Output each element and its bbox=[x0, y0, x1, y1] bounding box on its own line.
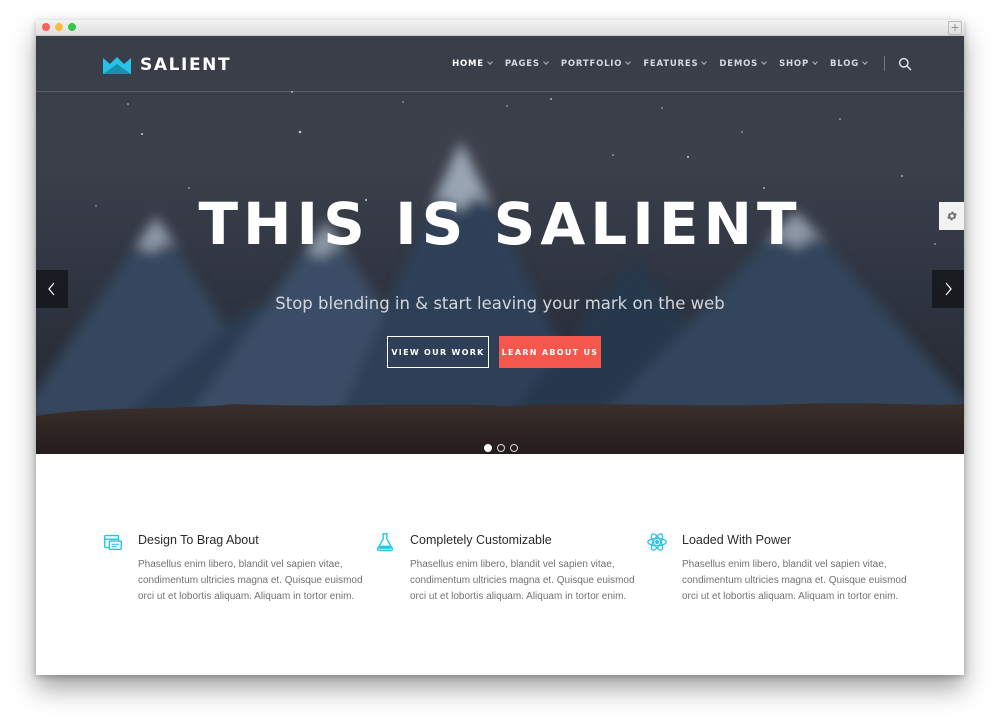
view-our-work-button[interactable]: VIEW OUR WORK bbox=[387, 336, 489, 368]
brand-logo[interactable]: SALIENT bbox=[102, 54, 231, 76]
feature-description: Phasellus enim libero, blandit vel sapie… bbox=[682, 559, 907, 602]
slider-dot-1[interactable] bbox=[484, 444, 492, 452]
site-header: SALIENT HOME PAGES PORTFOLIO FEATURES DE… bbox=[36, 36, 964, 92]
chevron-left-icon bbox=[48, 282, 55, 296]
brand-name: SALIENT bbox=[140, 55, 232, 75]
nav-label: PAGES bbox=[504, 58, 540, 69]
nav-item-portfolio[interactable]: PORTFOLIO bbox=[560, 58, 632, 69]
main-navigation: HOME PAGES PORTFOLIO FEATURES DEMOS SHOP… bbox=[439, 56, 912, 71]
chevron-down-icon bbox=[862, 59, 868, 65]
hero-subheadline: Stop blending in & start leaving your ma… bbox=[275, 294, 725, 313]
nav-label: DEMOS bbox=[719, 58, 759, 69]
crown-icon bbox=[103, 57, 131, 74]
slider-pagination bbox=[484, 444, 523, 452]
nav-item-home[interactable]: HOME bbox=[452, 58, 493, 69]
nav-item-shop[interactable]: SHOP bbox=[779, 58, 818, 69]
close-window-button[interactable] bbox=[42, 23, 50, 31]
slider-dot-2[interactable] bbox=[497, 444, 505, 452]
chevron-down-icon bbox=[761, 59, 767, 65]
flask-icon bbox=[376, 533, 394, 551]
chevron-down-icon bbox=[543, 59, 549, 65]
hero-slider: SALIENT HOME PAGES PORTFOLIO FEATURES DE… bbox=[36, 36, 964, 454]
minimize-window-button[interactable] bbox=[55, 23, 63, 31]
feature-title: Completely Customizable bbox=[410, 533, 552, 547]
feature-description: Phasellus enim libero, blandit vel sapie… bbox=[138, 559, 363, 602]
chevron-down-icon bbox=[625, 59, 632, 65]
nav-item-blog[interactable]: BLOG bbox=[830, 58, 868, 69]
nav-label: SHOP bbox=[779, 58, 809, 69]
nav-divider bbox=[884, 56, 885, 71]
features-section: Design To Brag About Phasellus enim libe… bbox=[36, 454, 964, 675]
browser-window: + SALIENT HOME PAGES PORTFOLIO FEATURES … bbox=[36, 20, 964, 675]
settings-toggle[interactable] bbox=[939, 202, 964, 230]
nav-label: HOME bbox=[452, 58, 484, 69]
browser-titlebar: + bbox=[36, 20, 964, 36]
feature-title: Loaded With Power bbox=[682, 533, 792, 547]
gear-icon bbox=[946, 211, 957, 221]
chevron-down-icon bbox=[812, 59, 818, 65]
nav-item-pages[interactable]: PAGES bbox=[504, 58, 549, 69]
nav-label: FEATURES bbox=[643, 58, 699, 69]
hero-headline: THIS IS SALIENT bbox=[198, 190, 802, 258]
atom-icon bbox=[647, 533, 667, 551]
search-icon[interactable] bbox=[898, 57, 912, 71]
nav-label: PORTFOLIO bbox=[560, 58, 623, 69]
browser-icon bbox=[104, 534, 122, 551]
nav-item-features[interactable]: FEATURES bbox=[643, 58, 708, 69]
nav-item-demos[interactable]: DEMOS bbox=[719, 58, 767, 69]
feature-title: Design To Brag About bbox=[138, 533, 259, 547]
slider-next-button[interactable] bbox=[932, 270, 964, 308]
slider-prev-button[interactable] bbox=[36, 270, 68, 308]
chevron-right-icon bbox=[945, 282, 952, 296]
new-tab-button[interactable]: + bbox=[948, 21, 962, 35]
maximize-window-button[interactable] bbox=[68, 23, 76, 31]
chevron-down-icon bbox=[701, 59, 708, 65]
feature-description: Phasellus enim libero, blandit vel sapie… bbox=[410, 559, 635, 602]
slider-dot-3[interactable] bbox=[510, 444, 518, 452]
chevron-down-icon bbox=[487, 59, 493, 65]
nav-label: BLOG bbox=[830, 58, 859, 69]
learn-about-us-button[interactable]: LEARN ABOUT US bbox=[499, 336, 601, 368]
